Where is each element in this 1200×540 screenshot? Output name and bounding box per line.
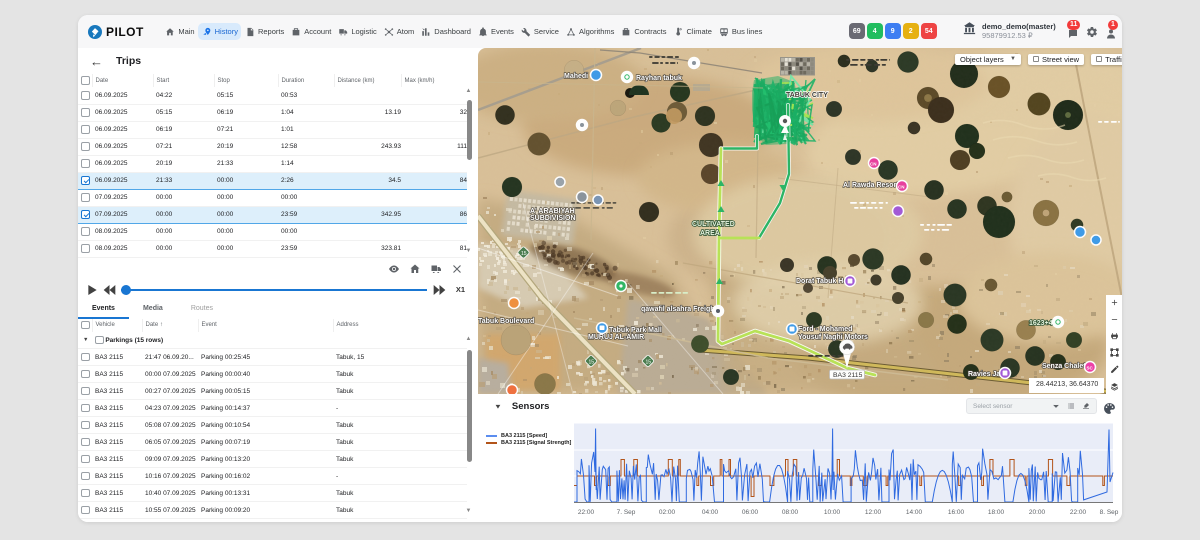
svg-text:12:00: 12:00 <box>865 509 882 516</box>
svg-text:20:00: 20:00 <box>1029 509 1046 516</box>
svg-text:10:00: 10:00 <box>824 509 841 516</box>
svg-text:16:00: 16:00 <box>948 509 965 516</box>
svg-text:7. Sep: 7. Sep <box>617 509 636 516</box>
svg-text:22:00: 22:00 <box>1070 509 1087 516</box>
svg-text:08:00: 08:00 <box>782 509 799 516</box>
svg-text:06:00: 06:00 <box>742 509 759 516</box>
svg-text:18:00: 18:00 <box>988 509 1005 516</box>
svg-text:02:00: 02:00 <box>659 509 676 516</box>
svg-text:04:00: 04:00 <box>702 509 719 516</box>
svg-text:14:00: 14:00 <box>906 509 923 516</box>
svg-text:8. Sep: 8. Sep <box>1100 509 1119 516</box>
svg-text:22:00: 22:00 <box>578 509 595 516</box>
